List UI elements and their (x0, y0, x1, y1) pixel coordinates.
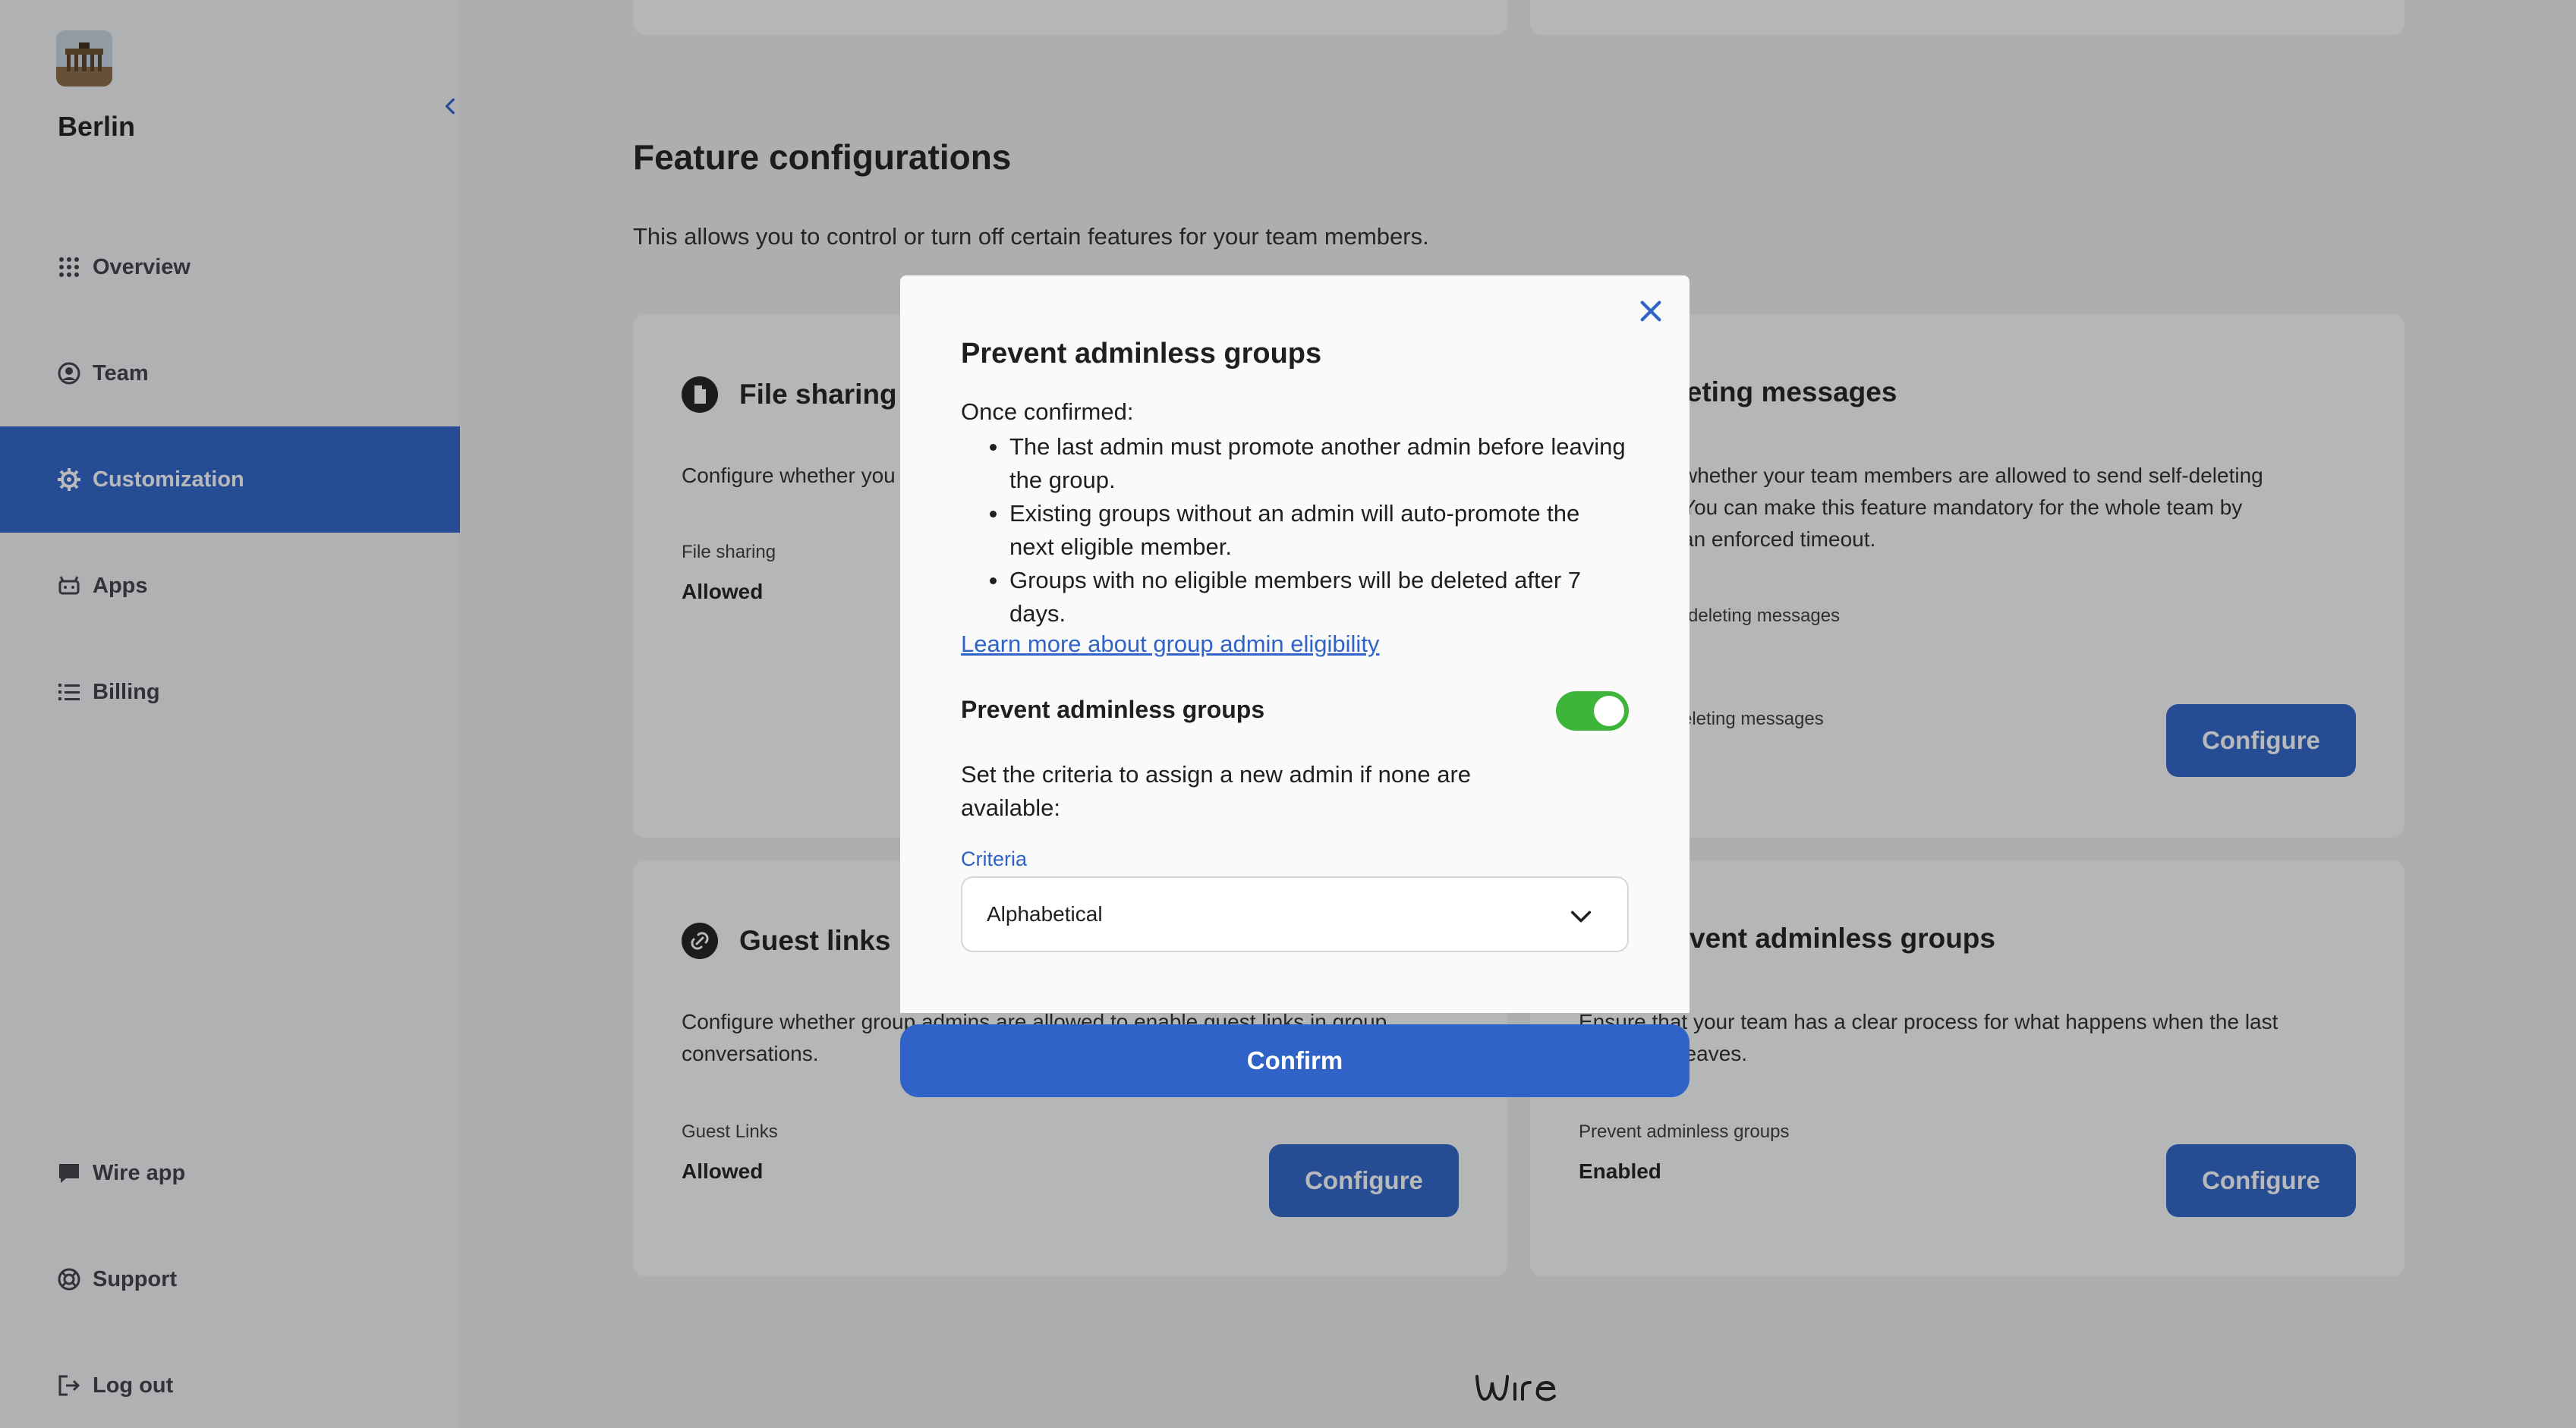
criteria-description: Set the criteria to assign a new admin i… (961, 761, 1472, 821)
close-button[interactable] (1632, 292, 1670, 330)
close-icon (1640, 300, 1661, 322)
chevron-down-icon (1570, 911, 1592, 923)
modal-intro: Once confirmed: (961, 398, 1134, 425)
criteria-selected-value: Alphabetical (987, 902, 1103, 926)
toggle-label: Prevent adminless groups (961, 696, 1265, 723)
modal-bullet-list: The last admin must promote another admi… (961, 430, 1629, 631)
prevent-adminless-groups-toggle[interactable] (1556, 691, 1629, 731)
list-item: Existing groups without an admin will au… (961, 497, 1629, 564)
prevent-adminless-groups-modal: Prevent adminless groups Once confirmed:… (900, 275, 1690, 1013)
modal-title: Prevent adminless groups (961, 338, 1322, 370)
criteria-select[interactable]: Alphabetical (961, 876, 1629, 952)
toggle-knob (1594, 696, 1624, 726)
confirm-button[interactable]: Confirm (900, 1024, 1690, 1097)
list-item: The last admin must promote another admi… (961, 430, 1629, 497)
list-item: Groups with no eligible members will be … (961, 564, 1629, 631)
learn-more-link[interactable]: Learn more about group admin eligibility (961, 631, 1379, 658)
app-root: Berlin Overview Team Customization Apps … (0, 0, 2576, 1428)
criteria-label: Criteria (961, 848, 1028, 870)
